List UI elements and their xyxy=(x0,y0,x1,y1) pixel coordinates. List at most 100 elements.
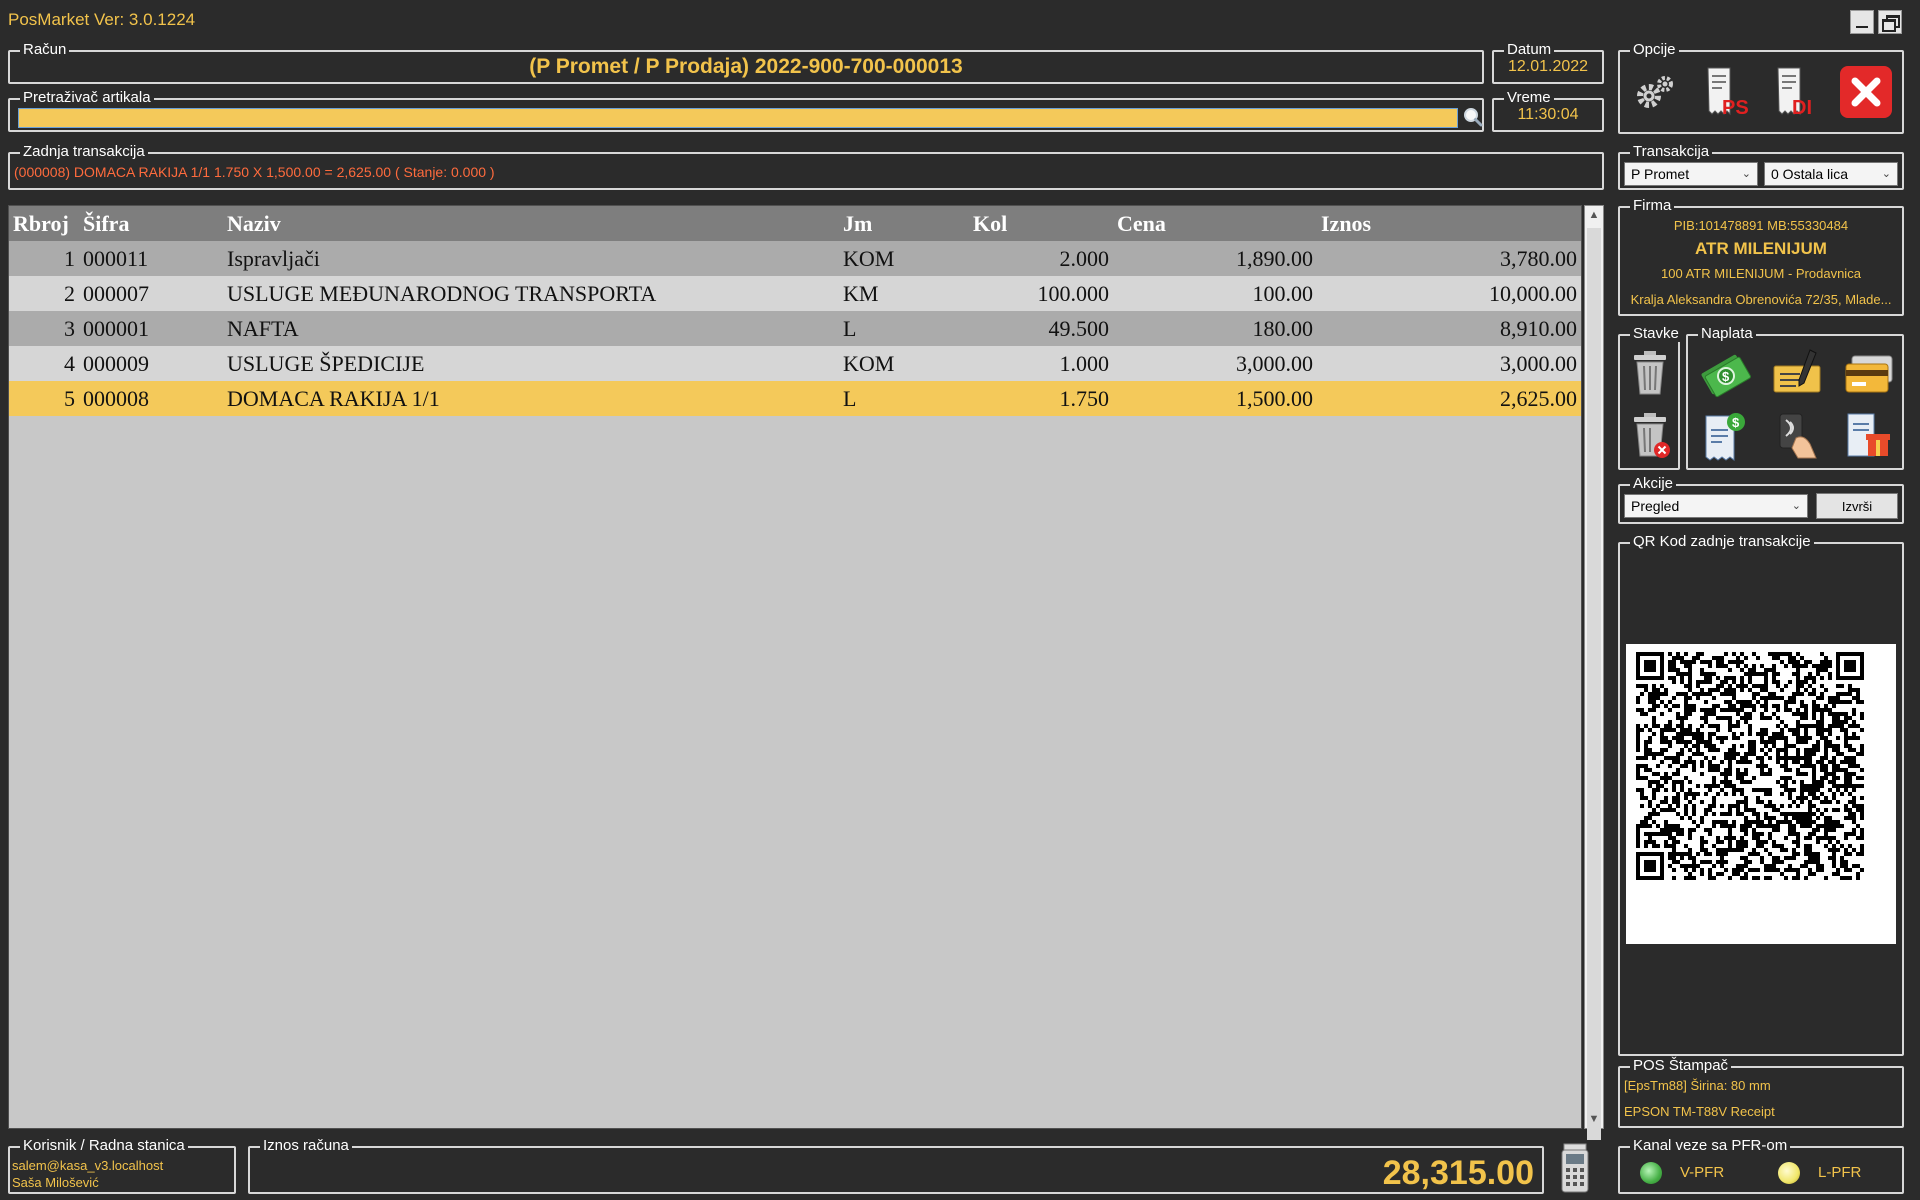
cell-cena: 180.00 xyxy=(1113,311,1317,346)
qr-box: QR Kod zadnje transakcije xyxy=(1618,534,1904,1056)
invoice-payment-icon[interactable]: $ xyxy=(1698,408,1752,464)
search-icon[interactable] xyxy=(1462,106,1484,128)
cash-payment-icon[interactable]: $ xyxy=(1698,346,1752,400)
opcije-box: Opcije PS DI xyxy=(1618,42,1904,134)
akcije-box: Akcije Pregled ⌄ Izvrši xyxy=(1618,476,1904,524)
naplata-box: Naplata $ $ xyxy=(1686,326,1904,470)
card-payment-icon[interactable] xyxy=(1842,346,1896,400)
iznos-legend: Iznos računa xyxy=(260,1138,352,1154)
settings-gear-icon[interactable] xyxy=(1630,68,1680,118)
firma-address: Kralja Aleksandra Obrenovića 72/35, Mlad… xyxy=(1630,292,1892,307)
payment-terminal-icon[interactable] xyxy=(1556,1140,1596,1196)
table-scrollbar[interactable]: ▲ ▼ xyxy=(1584,205,1604,1140)
akcije-legend: Akcije xyxy=(1630,476,1677,492)
close-icon[interactable] xyxy=(1840,66,1892,118)
cell-iznos: 3,780.00 xyxy=(1317,241,1581,276)
vreme-value: 11:30:04 xyxy=(1517,106,1579,123)
cell-kol: 49.500 xyxy=(969,311,1113,346)
v-pfr-label: V-PFR xyxy=(1680,1164,1725,1181)
table-row[interactable]: 4 000009 USLUGE ŠPEDICIJE KOM 1.000 3,00… xyxy=(9,346,1581,381)
scroll-thumb[interactable] xyxy=(1587,228,1601,1140)
firma-store: 100 ATR MILENIJUM - Prodavnica xyxy=(1661,266,1861,281)
stavke-legend: Stavke xyxy=(1630,326,1682,342)
racun-number: (P Promet / P Prodaja) 2022-900-700-0000… xyxy=(529,55,963,78)
table-row[interactable]: 1 000011 Ispravljači KOM 2.000 1,890.00 … xyxy=(9,241,1581,276)
scroll-down-icon[interactable]: ▼ xyxy=(1585,1110,1603,1128)
search-legend: Pretraživač artikala xyxy=(20,90,154,106)
cell-cena: 1,890.00 xyxy=(1113,241,1317,276)
col-rbroj[interactable]: Rbroj xyxy=(9,206,79,241)
receipt-di-icon[interactable]: DI xyxy=(1770,64,1818,120)
table-row[interactable]: 2 000007 USLUGE MEĐUNARODNOG TRANSPORTA … xyxy=(9,276,1581,311)
col-iznos[interactable]: Iznos xyxy=(1317,206,1581,241)
party-select[interactable]: 0 Ostala lica ⌄ xyxy=(1764,162,1898,186)
cell-sifra: 000001 xyxy=(79,311,223,346)
cell-jm: L xyxy=(839,381,969,416)
cell-cena: 1,500.00 xyxy=(1113,381,1317,416)
check-payment-icon[interactable] xyxy=(1770,346,1824,400)
cell-kol: 1.000 xyxy=(969,346,1113,381)
minimize-button[interactable] xyxy=(1850,10,1874,34)
stavke-box: Stavke xyxy=(1618,326,1682,470)
search-input[interactable] xyxy=(18,108,1458,128)
restore-button[interactable] xyxy=(1878,10,1902,34)
table-row-selected[interactable]: 5 000008 DOMACA RAKIJA 1/1 L 1.750 1,500… xyxy=(9,381,1581,416)
svg-text:$: $ xyxy=(1732,415,1740,430)
transaction-type-select[interactable]: P Promet ⌄ xyxy=(1624,162,1758,186)
cell-cena: 3,000.00 xyxy=(1113,346,1317,381)
cell-kol: 2.000 xyxy=(969,241,1113,276)
cell-rbroj: 1 xyxy=(9,241,79,276)
col-jm[interactable]: Jm xyxy=(839,206,969,241)
zadnja-transakcija-text: (000008) DOMACA RAKIJA 1/1 1.750 X 1,500… xyxy=(14,164,495,180)
minimize-icon xyxy=(1856,26,1868,28)
printer-legend: POS Štampač xyxy=(1630,1058,1732,1074)
search-box: Pretraživač artikala xyxy=(8,90,1484,132)
korisnik-name: Saša Milošević xyxy=(12,1175,99,1190)
kanal-box: Kanal veze sa PFR-om V-PFR L-PFR xyxy=(1618,1138,1904,1194)
cell-kol: 1.750 xyxy=(969,381,1113,416)
opcije-legend: Opcije xyxy=(1630,42,1679,58)
cell-sifra: 000009 xyxy=(79,346,223,381)
contactless-payment-icon[interactable] xyxy=(1770,408,1824,464)
scroll-up-icon[interactable]: ▲ xyxy=(1585,206,1603,224)
chevron-down-icon: ⌄ xyxy=(1791,500,1801,512)
vreme-box: Vreme 11:30:04 xyxy=(1492,90,1604,132)
cell-jm: L xyxy=(839,311,969,346)
firma-box: Firma PIB:101478891 MB:55330484 ATR MILE… xyxy=(1618,198,1904,316)
items-table: Rbroj Šifra Naziv Jm Kol Cena Iznos 1 00… xyxy=(8,205,1582,1129)
table-row[interactable]: 3 000001 NAFTA L 49.500 180.00 8,910.00 xyxy=(9,311,1581,346)
col-kol[interactable]: Kol xyxy=(969,206,1113,241)
col-sifra[interactable]: Šifra xyxy=(79,206,223,241)
qr-code-image xyxy=(1626,644,1896,944)
racun-box: Račun (P Promet / P Prodaja) 2022-900-70… xyxy=(8,42,1484,84)
printer-line-2: EPSON TM-T88V Receipt xyxy=(1624,1104,1775,1119)
l-pfr-label: L-PFR xyxy=(1818,1164,1862,1181)
party-value: 0 Ostala lica xyxy=(1771,166,1849,182)
cell-sifra: 000007 xyxy=(79,276,223,311)
l-pfr-status-icon xyxy=(1778,1162,1800,1184)
firma-legend: Firma xyxy=(1630,198,1675,214)
datum-box: Datum 12.01.2022 xyxy=(1492,42,1604,84)
izvrsi-button[interactable]: Izvrši xyxy=(1816,493,1898,519)
cell-rbroj: 4 xyxy=(9,346,79,381)
cell-rbroj: 2 xyxy=(9,276,79,311)
col-naziv[interactable]: Naziv xyxy=(223,206,839,241)
window-title: PosMarket Ver: 3.0.1224 xyxy=(8,10,196,29)
firma-pib: PIB:101478891 MB:55330484 xyxy=(1673,218,1849,233)
korisnik-legend: Korisnik / Radna stanica xyxy=(20,1138,188,1154)
cell-rbroj: 5 xyxy=(9,381,79,416)
trash-delete-icon[interactable] xyxy=(1630,410,1674,460)
firma-name: ATR MILENIJUM xyxy=(1695,239,1827,258)
cell-naziv: NAFTA xyxy=(223,311,839,346)
akcije-select[interactable]: Pregled ⌄ xyxy=(1624,494,1808,518)
kanal-legend: Kanal veze sa PFR-om xyxy=(1630,1138,1791,1154)
naplata-legend: Naplata xyxy=(1698,326,1756,342)
col-cena[interactable]: Cena xyxy=(1113,206,1317,241)
receipt-ps-icon[interactable]: PS xyxy=(1700,64,1749,120)
voucher-payment-icon[interactable] xyxy=(1842,408,1896,464)
printer-line-1: [EpsTm88] Širina: 80 mm xyxy=(1624,1078,1771,1093)
trash-icon[interactable] xyxy=(1630,348,1670,398)
cell-naziv: USLUGE ŠPEDICIJE xyxy=(223,346,839,381)
cell-naziv: DOMACA RAKIJA 1/1 xyxy=(223,381,839,416)
svg-text:PS: PS xyxy=(1722,97,1748,119)
